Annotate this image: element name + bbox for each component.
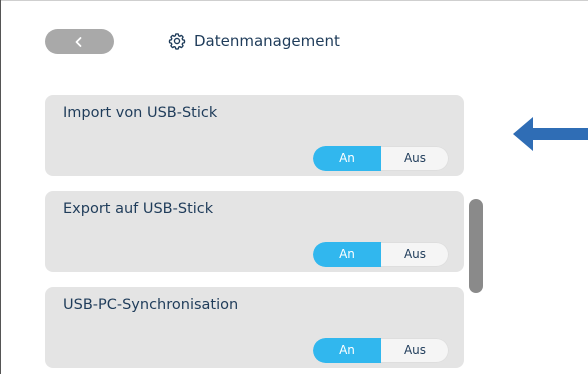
chevron-left-icon <box>75 37 82 47</box>
scrollbar-thumb[interactable] <box>469 199 483 293</box>
setting-label: USB-PC-Synchronisation <box>63 297 239 313</box>
setting-card-usb-pc-sync: USB-PC-Synchronisation An Aus <box>45 287 464 368</box>
arrow-left-icon <box>513 117 588 151</box>
setting-card-usb-export: Export auf USB-Stick An Aus <box>45 191 464 272</box>
toggle-option-on[interactable]: An <box>313 146 381 171</box>
back-button[interactable] <box>45 29 114 54</box>
setting-card-usb-import: Import von USB-Stick An Aus <box>45 95 464 176</box>
toggle-option-off[interactable]: Aus <box>381 242 449 267</box>
on-off-toggle[interactable]: An Aus <box>313 146 449 171</box>
setting-label: Import von USB-Stick <box>63 105 218 121</box>
window-left-border <box>0 0 1 374</box>
toggle-option-off[interactable]: Aus <box>381 146 449 171</box>
window-top-border <box>0 0 588 1</box>
on-off-toggle[interactable]: An Aus <box>313 242 449 267</box>
setting-label: Export auf USB-Stick <box>63 201 214 217</box>
page-title-group: Datenmanagement <box>168 32 340 50</box>
toggle-option-off[interactable]: Aus <box>381 338 449 363</box>
on-off-toggle[interactable]: An Aus <box>313 338 449 363</box>
toggle-option-on[interactable]: An <box>313 242 381 267</box>
toggle-option-on[interactable]: An <box>313 338 381 363</box>
page-title: Datenmanagement <box>194 32 340 50</box>
gear-icon <box>168 33 186 50</box>
